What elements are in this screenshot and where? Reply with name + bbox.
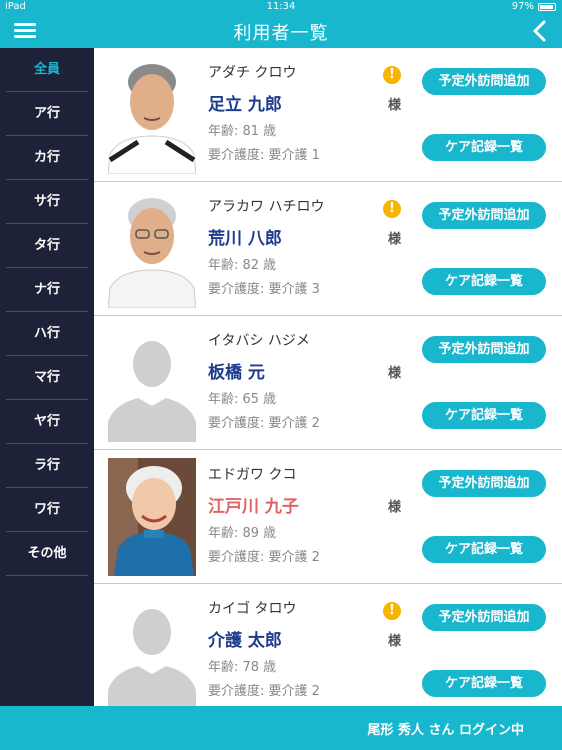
- alert-icon: !: [383, 66, 401, 84]
- sidebar-item-2[interactable]: カ行: [6, 136, 88, 180]
- honorific-label: 様: [388, 634, 402, 649]
- age-text: 年齢: 78 歳: [208, 660, 277, 675]
- battery-percent: 97%: [511, 1, 534, 12]
- name-kana: カイゴ タロウ: [208, 601, 297, 617]
- sidebar-item-4[interactable]: タ行: [6, 224, 88, 268]
- unscheduled-visit-button[interactable]: 予定外訪問追加: [422, 470, 546, 497]
- user-list: アダチ クロウ 足立 九郎 年齢: 81 歳要介護度: 要介護 1! 様予定外訪問追加…: [94, 48, 562, 706]
- sidebar-item-1[interactable]: ア行: [6, 92, 88, 136]
- page-title: 利用者一覧: [233, 23, 329, 44]
- care-records-button[interactable]: ケア記録一覧: [422, 536, 546, 563]
- honorific-label: 様: [388, 232, 402, 247]
- avatar-placeholder-icon: [108, 592, 196, 706]
- user-row[interactable]: アダチ クロウ足立 九郎年齢: 81 歳要介護度: 要介護 1! 様 予定外訪問追加…: [94, 48, 562, 182]
- user-row[interactable]: カイゴ タロウ介護 太郎年齢: 78 歳要介護度: 要介護 2! 様 予定外訪問追加…: [94, 584, 562, 706]
- user-name: 介護 太郎: [208, 631, 282, 651]
- care-records-button[interactable]: ケア記録一覧: [422, 134, 546, 161]
- user-name: 足立 九郎: [208, 95, 282, 115]
- chevron-left-icon[interactable]: [530, 18, 550, 44]
- avatar: [108, 56, 196, 174]
- care-level-text: 要介護度: 要介護 2: [208, 684, 320, 699]
- login-status: 尾形 秀人 さん ログイン中: [367, 723, 524, 738]
- user-row[interactable]: エドガワ クコ江戸川 九子年齢: 89 歳要介護度: 要介護 2 様 予定外訪問追加…: [94, 450, 562, 584]
- care-level-text: 要介護度: 要介護 2: [208, 550, 320, 565]
- care-level-text: 要介護度: 要介護 1: [208, 148, 320, 163]
- avatar: [108, 190, 196, 308]
- user-name: 江戸川 九子: [208, 497, 299, 517]
- unscheduled-visit-button[interactable]: 予定外訪問追加: [422, 336, 546, 363]
- sidebar-item-7[interactable]: マ行: [6, 356, 88, 400]
- sidebar: 全員 ア行 カ行 サ行 タ行 ナ行 ハ行 マ行 ヤ行 ラ行 ワ行 その他: [0, 48, 94, 706]
- name-kana: イタバシ ハジメ: [208, 333, 310, 349]
- sidebar-item-10[interactable]: ワ行: [6, 488, 88, 532]
- age-text: 年齢: 89 歳: [208, 526, 277, 541]
- nav-bar: 利用者一覧: [0, 14, 562, 48]
- care-records-button[interactable]: ケア記録一覧: [422, 670, 546, 697]
- unscheduled-visit-button[interactable]: 予定外訪問追加: [422, 68, 546, 95]
- sidebar-item-9[interactable]: ラ行: [6, 444, 88, 488]
- sidebar-item-11[interactable]: その他: [6, 532, 88, 576]
- age-text: 年齢: 82 歳: [208, 258, 277, 273]
- age-text: 年齢: 81 歳: [208, 124, 277, 139]
- name-kana: アラカワ ハチロウ: [208, 199, 325, 215]
- avatar: [108, 458, 196, 576]
- alert-icon: !: [383, 200, 401, 218]
- user-row[interactable]: イタバシ ハジメ板橋 元年齢: 65 歳要介護度: 要介護 2 様 予定外訪問追加ケ…: [94, 316, 562, 450]
- care-records-button[interactable]: ケア記録一覧: [422, 402, 546, 429]
- status-bar: iPad 11:34 97%: [0, 0, 562, 14]
- honorific-label: 様: [388, 500, 402, 515]
- honorific-label: 様: [388, 98, 402, 113]
- sidebar-item-8[interactable]: ヤ行: [6, 400, 88, 444]
- name-kana: エドガワ クコ: [208, 467, 297, 483]
- user-row[interactable]: アラカワ ハチロウ荒川 八郎年齢: 82 歳要介護度: 要介護 3! 様 予定外訪問…: [94, 182, 562, 316]
- clock: 11:34: [266, 1, 296, 12]
- unscheduled-visit-button[interactable]: 予定外訪問追加: [422, 202, 546, 229]
- honorific-label: 様: [388, 366, 402, 381]
- care-records-button[interactable]: ケア記録一覧: [422, 268, 546, 295]
- footer-bar: 尾形 秀人 さん ログイン中: [0, 706, 562, 750]
- battery-icon: [538, 2, 556, 11]
- sidebar-item-6[interactable]: ハ行: [6, 312, 88, 356]
- user-name: 板橋 元: [208, 363, 265, 383]
- name-kana: アダチ クロウ: [208, 65, 297, 81]
- age-text: 年齢: 65 歳: [208, 392, 277, 407]
- care-level-text: 要介護度: 要介護 3: [208, 282, 320, 297]
- unscheduled-visit-button[interactable]: 予定外訪問追加: [422, 604, 546, 631]
- care-level-text: 要介護度: 要介護 2: [208, 416, 320, 431]
- sidebar-item-3[interactable]: サ行: [6, 180, 88, 224]
- sidebar-item-0[interactable]: 全員: [6, 48, 88, 92]
- alert-icon: !: [383, 602, 401, 620]
- avatar-placeholder-icon: [108, 324, 196, 442]
- sidebar-item-5[interactable]: ナ行: [6, 268, 88, 312]
- status-right: 97%: [512, 1, 556, 12]
- user-name: 荒川 八郎: [208, 229, 282, 249]
